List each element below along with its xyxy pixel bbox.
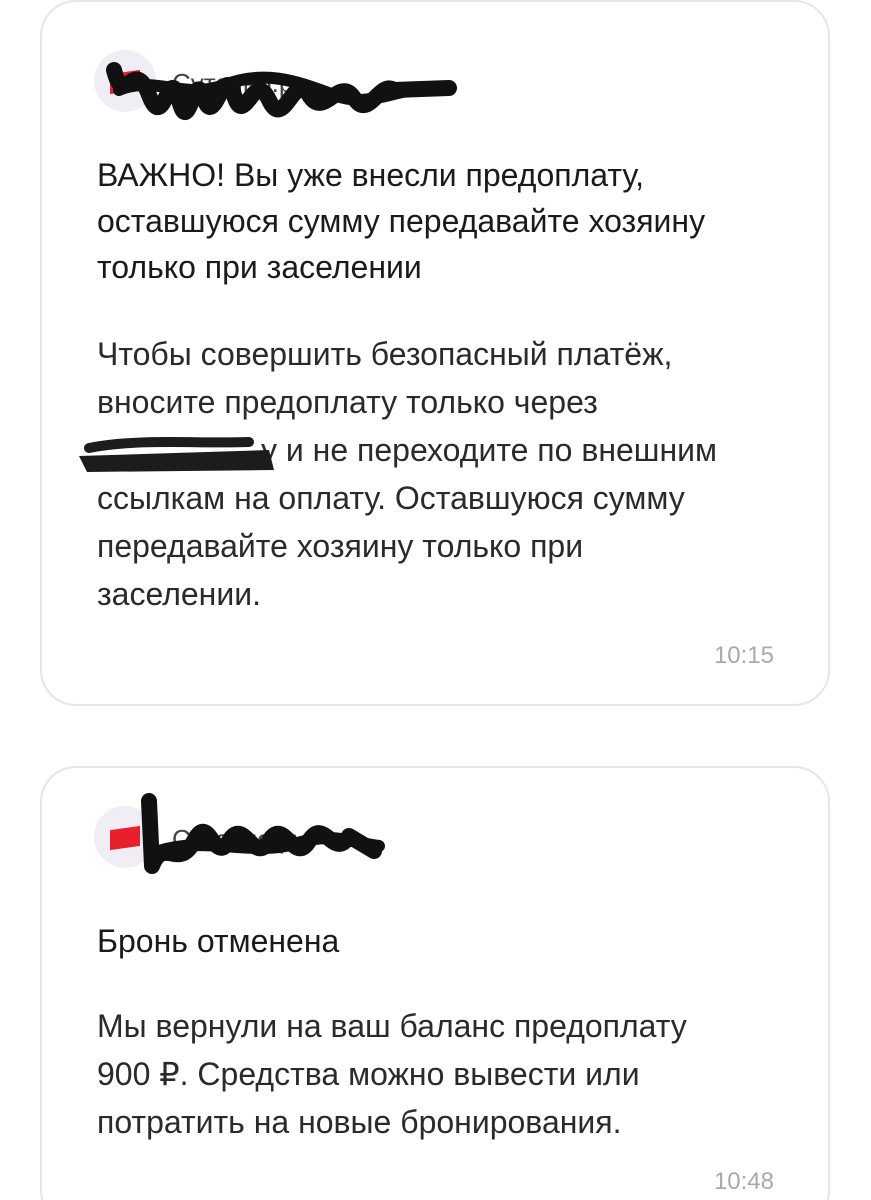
body-line: 900 ₽. Средства можно вывести или — [97, 1056, 640, 1092]
message-body: Мы вернули на ваш баланс предоплату 900 … — [97, 1002, 778, 1146]
message-time: 10:15 — [713, 642, 774, 669]
message-card[interactable]: Суточно.ру Бронь отменена Мы вернули на … — [40, 766, 830, 1200]
message-feed: Суточно.ру ВАЖНО! Вы уже внесли предопла… — [0, 0, 871, 1200]
title-line: только при заселении — [97, 249, 422, 285]
body-line-redacted: у и не переходите по внешним — [79, 426, 778, 474]
message-card[interactable]: Суточно.ру ВАЖНО! Вы уже внесли предопла… — [40, 0, 830, 706]
body-line: вносите предоплату только через — [97, 384, 598, 420]
body-line: ссылкам на оплату. Оставшуюся сумму — [97, 480, 685, 516]
message-body: Чтобы совершить безопасный платёж, вноси… — [79, 330, 778, 618]
sender-header: Суточно.ру — [94, 793, 434, 876]
body-line: Мы вернули на ваш баланс предоплату — [97, 1008, 687, 1044]
body-line: потратить на новые бронирования. — [97, 1104, 622, 1140]
title-line: оставшуюся сумму передавайте хозяину — [97, 203, 706, 239]
sender-header: Суточно.ру — [94, 40, 457, 121]
message-title: Бронь отменена — [97, 923, 340, 959]
body-line: Чтобы совершить безопасный платёж, — [97, 336, 673, 372]
message-time: 10:48 — [713, 1168, 774, 1195]
title-line: ВАЖНО! Вы уже внесли предоплату, — [97, 157, 645, 193]
body-line: заселении. — [97, 576, 261, 612]
body-line: передавайте хозяину только при — [97, 528, 584, 564]
message-title: ВАЖНО! Вы уже внесли предоплату, оставшу… — [97, 152, 778, 290]
redaction-bar — [79, 436, 274, 472]
redaction-scribble — [106, 62, 457, 121]
redaction-scribble — [141, 793, 385, 874]
body-line-text: у и не переходите по внешним — [261, 432, 717, 468]
